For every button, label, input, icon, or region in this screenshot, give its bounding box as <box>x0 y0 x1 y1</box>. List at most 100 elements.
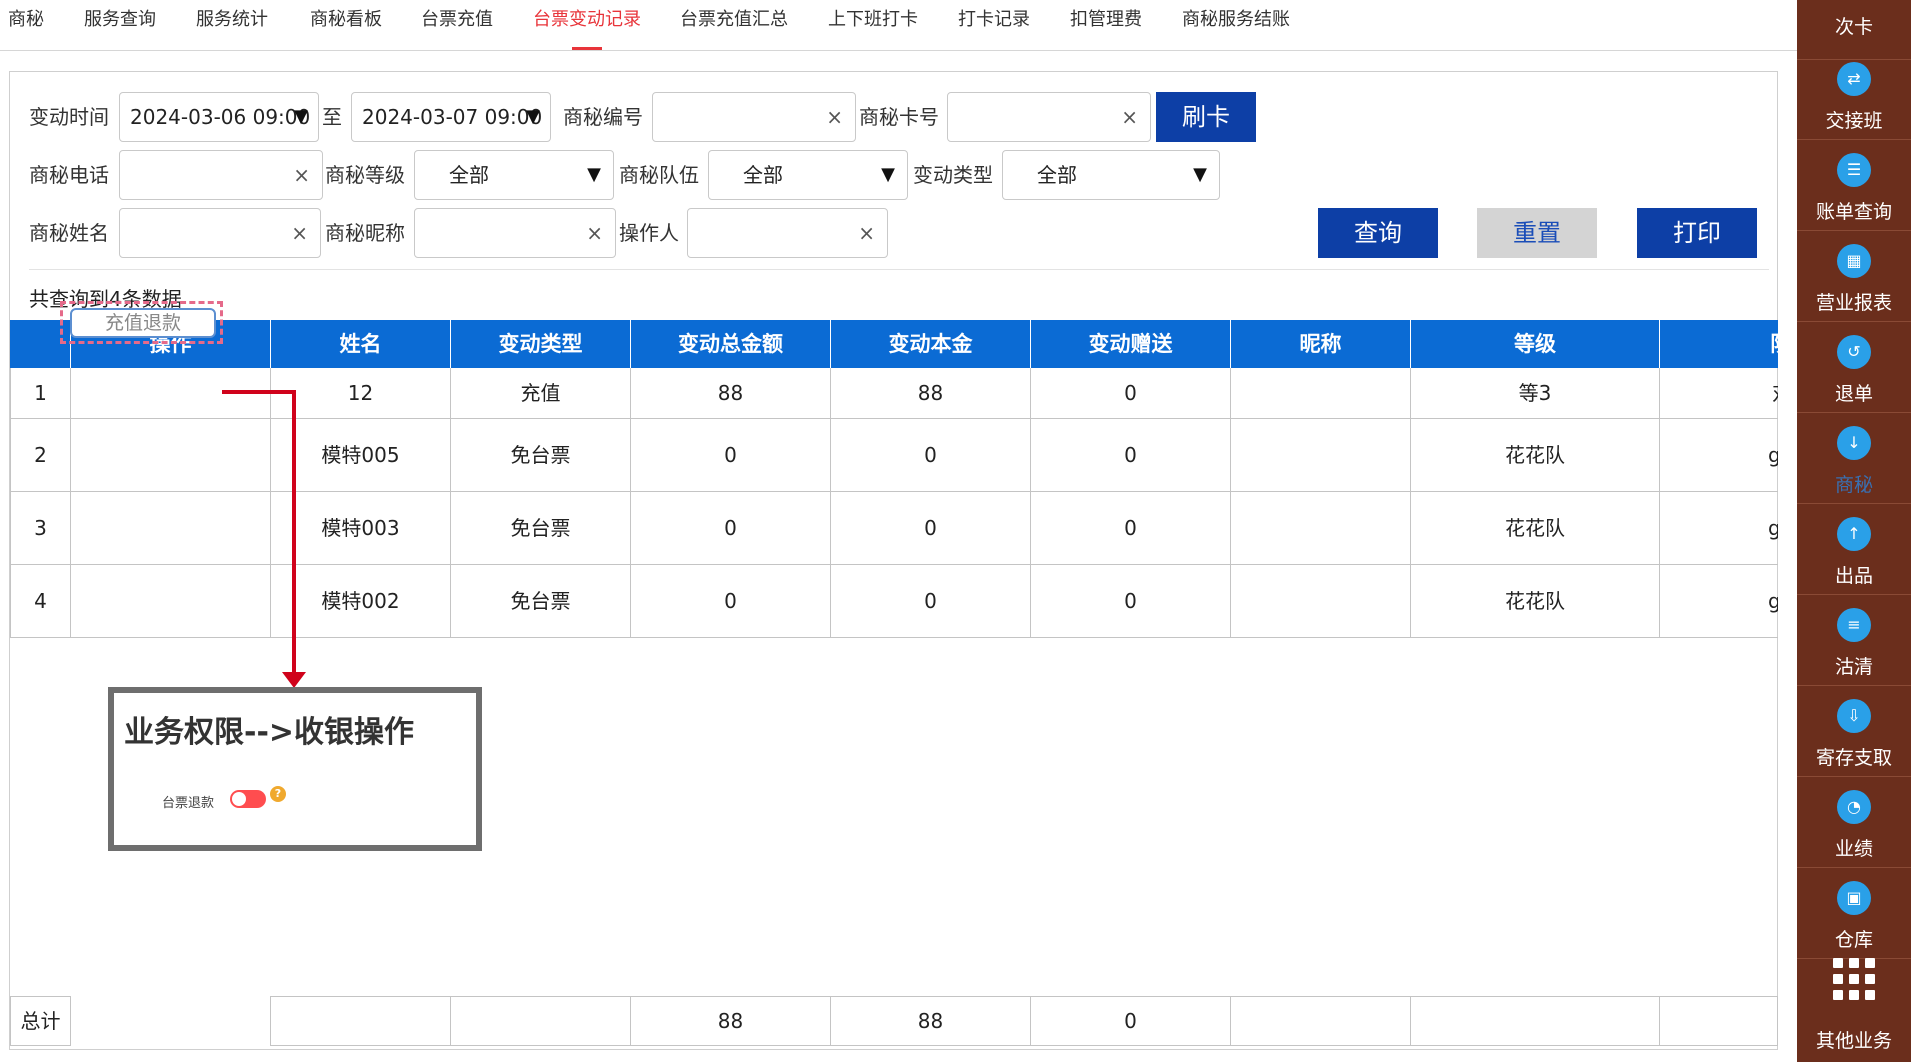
col-header-level[interactable]: 等级 <box>1411 320 1660 368</box>
sidebar-item-performance[interactable]: ◔ 业绩 <box>1797 778 1911 868</box>
tab-service-stats[interactable]: 服务统计 <box>196 0 268 50</box>
col-header-principal[interactable]: 变动本金 <box>831 320 1031 368</box>
team-selected-value: 全部 <box>743 163 783 187</box>
table-cell: 88 <box>631 368 831 419</box>
sidebar-item-report[interactable]: ▦ 营业报表 <box>1797 232 1911 322</box>
bill-search-icon: ☰ <box>1837 153 1871 187</box>
shangmi-name-input[interactable]: × <box>119 208 321 258</box>
shangmi-card-label: 商秘卡号 <box>859 105 939 129</box>
annotation-arrow <box>222 390 296 394</box>
table-cell: 12 <box>271 368 451 419</box>
top-tab-bar: 商秘 服务查询 服务统计 商秘看板 台票充值 台票变动记录 台票充值汇总 上下班… <box>0 0 1797 51</box>
total-cell <box>271 996 451 1046</box>
sidebar-item-bill-query[interactable]: ☰ 账单查询 <box>1797 141 1911 231</box>
clear-icon[interactable]: × <box>291 209 308 257</box>
sidebar-item-warehouse[interactable]: ▣ 仓库 <box>1797 869 1911 959</box>
table-cell: 88 <box>831 368 1031 419</box>
col-header-name[interactable]: 姓名 <box>271 320 451 368</box>
ticket-refund-label: 台票退款 <box>162 796 215 811</box>
table-cell <box>1231 368 1411 419</box>
tab-clock-records[interactable]: 打卡记录 <box>958 0 1030 50</box>
table-cell: 0 <box>631 419 831 492</box>
sidebar-item-sold-out[interactable]: ≡ 沽清 <box>1797 596 1911 686</box>
annotation-arrow <box>292 390 296 674</box>
type-selected-value: 全部 <box>1037 163 1077 187</box>
main-panel: 变动时间 2024-03-06 09:00 ▼ 至 2024-03-07 09:… <box>9 71 1778 1050</box>
shangmi-card-input[interactable]: × <box>947 92 1151 142</box>
clear-icon[interactable]: × <box>293 151 310 199</box>
chevron-down-icon: ▼ <box>294 106 308 127</box>
change-type-select[interactable]: 全部 ▼ <box>1002 150 1220 200</box>
sidebar-item-shift[interactable]: ⇄ 交接班 <box>1797 50 1911 140</box>
table-cell: 4 <box>10 565 71 638</box>
clear-icon[interactable]: × <box>1121 93 1138 141</box>
operator-input[interactable]: × <box>687 208 888 258</box>
sidebar-item-other[interactable]: 其他业务 <box>1797 950 1911 1062</box>
col-header-type[interactable]: 变动类型 <box>451 320 631 368</box>
shangmi-phone-input[interactable]: × <box>119 150 323 200</box>
table-cell: 花花队 <box>1411 492 1660 565</box>
table-cell: 0 <box>1031 492 1231 565</box>
sidebar-item-label: 寄存支取 <box>1815 747 1892 769</box>
reset-button[interactable]: 重置 <box>1477 208 1597 258</box>
recharge-refund-button[interactable]: 充值退款 <box>70 308 216 338</box>
sidebar-item-label: 账单查询 <box>1815 201 1892 223</box>
grid-icon <box>1833 958 1875 1000</box>
sidebar-item-storage[interactable]: ⇩ 寄存支取 <box>1797 687 1911 777</box>
sidebar-item-label: 其他业务 <box>1815 1030 1892 1052</box>
sidebar-item-shangmi[interactable]: ↓ 商秘 <box>1797 414 1911 504</box>
clear-icon[interactable]: × <box>858 209 875 257</box>
tab-recharge-summary[interactable]: 台票充值汇总 <box>680 0 788 50</box>
shangmi-nickname-input[interactable]: × <box>414 208 616 258</box>
upload-icon: ↑ <box>1837 517 1871 551</box>
table-cell <box>71 492 271 565</box>
tab-clock-in[interactable]: 上下班打卡 <box>828 0 918 50</box>
print-button[interactable]: 打印 <box>1637 208 1757 258</box>
tab-shangmi[interactable]: 商秘 <box>8 0 44 50</box>
shangmi-team-select[interactable]: 全部 ▼ <box>708 150 908 200</box>
table-cell: 等3 <box>1411 368 1660 419</box>
table-cell: 免台票 <box>451 565 631 638</box>
clear-icon[interactable]: × <box>586 209 603 257</box>
col-header-bonus[interactable]: 变动赠送 <box>1031 320 1231 368</box>
clear-icon[interactable]: × <box>826 93 843 141</box>
table-cell <box>1231 419 1411 492</box>
list-icon: ≡ <box>1837 608 1871 642</box>
table-cell: 0 <box>1031 565 1231 638</box>
tab-ticket-change-log[interactable]: 台票变动记录 <box>533 0 641 50</box>
shangmi-team-label: 商秘队伍 <box>619 163 699 187</box>
chevron-down-icon: ▼ <box>587 164 601 185</box>
divider <box>29 269 1769 270</box>
total-cell <box>451 996 631 1046</box>
tab-service-checkout[interactable]: 商秘服务结账 <box>1182 0 1290 50</box>
col-header-team[interactable]: 队 <box>1660 320 1778 368</box>
sidebar-item-refund[interactable]: ↺ 退单 <box>1797 323 1911 413</box>
swipe-card-button[interactable]: 刷卡 <box>1156 92 1256 142</box>
sidebar-item-label: 次卡 <box>1834 16 1873 38</box>
shangmi-level-select[interactable]: 全部 ▼ <box>414 150 614 200</box>
change-type-label: 变动类型 <box>913 163 993 187</box>
tab-ticket-recharge[interactable]: 台票充值 <box>421 0 493 50</box>
tab-shangmi-board[interactable]: 商秘看板 <box>310 0 382 50</box>
operator-label: 操作人 <box>619 221 679 245</box>
start-time-select[interactable]: 2024-03-06 09:00 ▼ <box>119 92 319 142</box>
help-icon[interactable]: ? <box>270 786 286 802</box>
sidebar-item-label: 出品 <box>1834 565 1873 587</box>
chevron-down-icon: ▼ <box>1193 164 1207 185</box>
warehouse-icon: ▣ <box>1837 881 1871 915</box>
tab-service-query[interactable]: 服务查询 <box>84 0 156 50</box>
sidebar-item-output[interactable]: ↑ 出品 <box>1797 505 1911 595</box>
records-table: 操作 姓名 变动类型 变动总金额 变动本金 变动赠送 昵称 等级 队 1 12 … <box>10 320 1778 640</box>
col-header-total[interactable]: 变动总金额 <box>631 320 831 368</box>
tab-management-fee[interactable]: 扣管理费 <box>1070 0 1142 50</box>
report-icon: ▦ <box>1837 244 1871 278</box>
sidebar-item-label: 业绩 <box>1834 838 1873 860</box>
end-time-select[interactable]: 2024-03-07 09:00 ▼ <box>351 92 551 142</box>
ticket-refund-toggle[interactable] <box>230 790 266 808</box>
col-header-nickname[interactable]: 昵称 <box>1231 320 1411 368</box>
query-button[interactable]: 查询 <box>1318 208 1438 258</box>
sidebar-item-label: 沽清 <box>1834 656 1873 678</box>
shangmi-code-input[interactable]: × <box>652 92 856 142</box>
chevron-down-icon: ▼ <box>881 164 895 185</box>
download-icon: ↓ <box>1837 426 1871 460</box>
